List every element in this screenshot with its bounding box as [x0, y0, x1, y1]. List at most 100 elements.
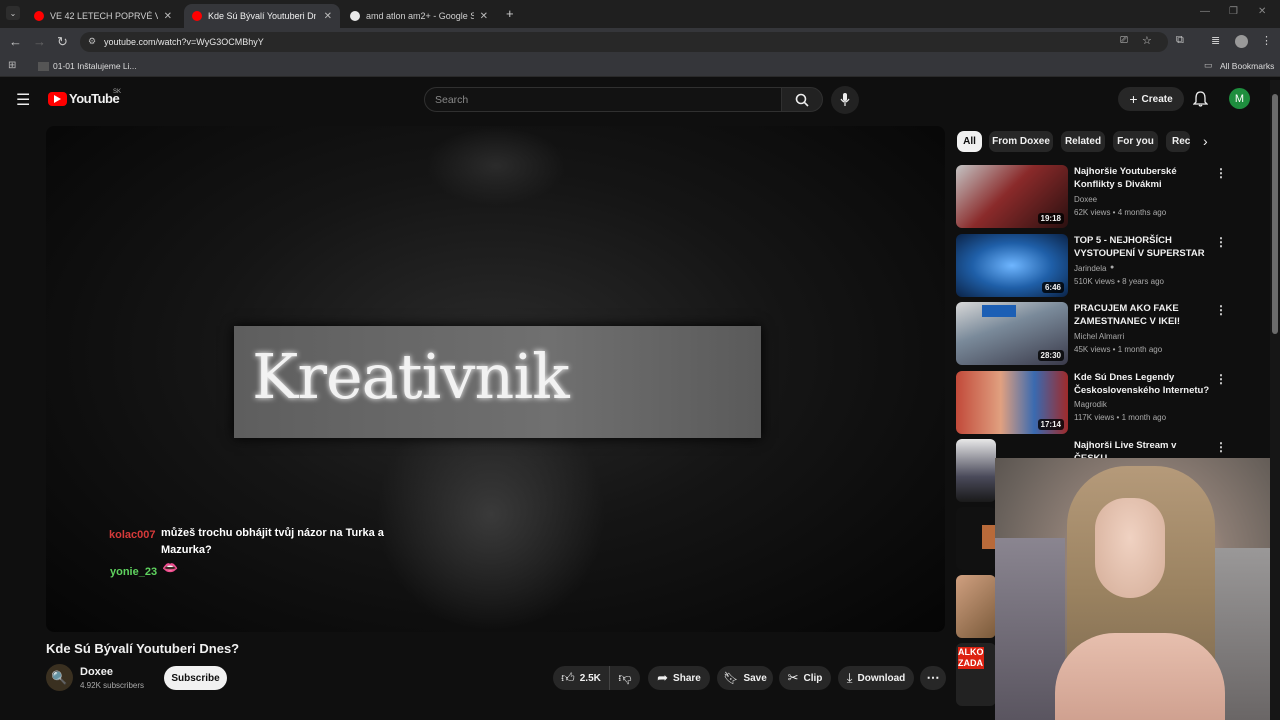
more-options-icon[interactable]: ⋮: [1215, 166, 1227, 180]
maximize-icon[interactable]: ❐: [1229, 6, 1238, 17]
more-options-icon[interactable]: ⋮: [1215, 303, 1227, 317]
recommendation-channel[interactable]: Doxee: [1074, 195, 1097, 204]
more-options-icon[interactable]: ⋮: [1215, 235, 1227, 249]
recommendation-title[interactable]: Najhoršie Youtuberské Konflikty s Divákm…: [1074, 165, 1212, 191]
bookmark-star-icon[interactable]: ☆: [1142, 34, 1152, 47]
extensions-icon[interactable]: ⧉: [1176, 34, 1184, 47]
video-player[interactable]: Kreativnik kolac007 můžeš trochu obhájit…: [46, 126, 945, 632]
voice-search-button[interactable]: [831, 86, 859, 114]
chat-overlay-message: kolac007: [109, 525, 155, 543]
save-button[interactable]: 🔖︎ Save: [717, 666, 773, 690]
minimize-icon[interactable]: —: [1200, 6, 1210, 17]
close-icon[interactable]: ✕: [164, 11, 172, 22]
more-actions-button[interactable]: ⋯: [920, 666, 946, 690]
recommendation-title[interactable]: TOP 5 - NEJHORŠÍCH VYSTOUPENÍ V SUPERSTA…: [1074, 234, 1212, 260]
video-thumbnail[interactable]: 28:30: [956, 302, 1068, 365]
like-button[interactable]: 👍︎ 2.5K: [553, 666, 609, 690]
media-icon[interactable]: ≣: [1211, 34, 1220, 47]
site-info-icon[interactable]: ⚙: [88, 36, 96, 47]
browser-tab-2[interactable]: Kde Sú Bývalí Youtuberi Dnes? ✕: [184, 4, 340, 28]
youtube-logo-text[interactable]: YouTube: [69, 91, 120, 106]
video-title: Kde Sú Bývalí Youtuberi Dnes?: [46, 641, 240, 656]
google-favicon-icon: [350, 11, 360, 21]
magnifier-logo-icon: 🔍: [51, 669, 68, 685]
profile-avatar-icon[interactable]: [1235, 35, 1248, 48]
browser-tab-3[interactable]: amd atlon am2+ - Google Sea ✕: [342, 4, 496, 28]
more-options-icon[interactable]: ⋮: [1215, 372, 1227, 386]
bookmark-favicon-icon: [38, 62, 49, 71]
clip-button[interactable]: ✂ Clip: [779, 666, 831, 690]
clip-label: Clip: [803, 672, 823, 684]
search-input[interactable]: Search: [424, 87, 782, 112]
scrollbar-thumb[interactable]: [1272, 94, 1278, 334]
recommendation-channel[interactable]: Jarindela: [1074, 264, 1106, 273]
back-icon[interactable]: ←: [9, 34, 22, 49]
bookmark-item[interactable]: 01-01 Inštalujeme Li...: [53, 61, 137, 71]
more-dots-icon: ⋯: [926, 670, 940, 685]
recommendation-title[interactable]: PRACUJEM AKO FAKE ZAMESTNANEC V IKEI!: [1074, 302, 1212, 328]
region-code: SK: [113, 89, 122, 95]
download-icon: ⤓: [846, 670, 853, 685]
chip-from-doxee[interactable]: From Doxee: [989, 131, 1053, 152]
window-close-icon[interactable]: ✕: [1258, 6, 1266, 17]
tab-title: VE 42 LETECH POPRVÉ V KUCH: [50, 11, 158, 21]
browser-tab-bar: ⌄ VE 42 LETECH POPRVÉ V KUCH ✕ Kde Sú Bý…: [0, 0, 1280, 28]
channel-name[interactable]: Doxee: [80, 666, 113, 678]
share-button[interactable]: ➦ Share: [648, 666, 710, 690]
notifications-bell-icon[interactable]: [1193, 91, 1208, 107]
chip-recent[interactable]: Rec: [1166, 131, 1190, 152]
all-bookmarks-link[interactable]: All Bookmarks: [1220, 61, 1274, 71]
chat-username: yonie_23: [110, 566, 158, 578]
ikea-sign-icon: [982, 305, 1016, 317]
video-thumbnail[interactable]: 17:14: [956, 371, 1068, 434]
recommendation-channel[interactable]: Michel Almarri: [1074, 332, 1124, 341]
forward-icon[interactable]: →: [33, 34, 46, 49]
chip-for-you[interactable]: For you: [1113, 131, 1158, 152]
chip-all[interactable]: All: [957, 131, 982, 152]
dislike-button[interactable]: 👎︎: [609, 666, 640, 690]
video-thumbnail[interactable]: [956, 575, 996, 638]
more-options-icon[interactable]: ⋮: [1215, 440, 1227, 454]
account-avatar[interactable]: M: [1229, 88, 1250, 109]
tab-search-icon[interactable]: ⌄: [6, 6, 20, 20]
video-thumbnail[interactable]: 6:46: [956, 234, 1068, 297]
share-arrow-icon: ➦: [657, 670, 669, 685]
search-button[interactable]: [781, 87, 823, 112]
install-app-icon[interactable]: ⎚: [1120, 35, 1128, 46]
video-thumbnail[interactable]: [956, 507, 996, 570]
webcam-overlay: [995, 458, 1280, 720]
youtube-logo-icon[interactable]: [48, 92, 67, 106]
like-count: 2.5K: [579, 672, 601, 684]
tab-title: Kde Sú Bývalí Youtuberi Dnes?: [208, 11, 316, 21]
duration-badge: 19:18: [1037, 213, 1064, 224]
video-thumbnail[interactable]: [956, 439, 996, 502]
download-button[interactable]: ⤓ Download: [838, 666, 914, 690]
browser-tab-1[interactable]: VE 42 LETECH POPRVÉ V KUCH ✕: [26, 4, 180, 28]
hamburger-menu-icon[interactable]: ☰: [16, 90, 30, 110]
video-thumbnail[interactable]: ALKO ZADA: [956, 643, 996, 706]
close-icon[interactable]: ✕: [324, 11, 332, 22]
apps-grid-icon[interactable]: ⊞: [8, 60, 16, 71]
chevron-right-icon[interactable]: ›: [1203, 133, 1208, 149]
download-label: Download: [857, 672, 906, 684]
subscribe-button[interactable]: Subscribe: [164, 666, 227, 690]
channel-avatar[interactable]: 🔍: [46, 664, 73, 691]
new-tab-icon[interactable]: +: [506, 6, 514, 21]
recommendation-channel[interactable]: Magrodik: [1074, 400, 1107, 409]
recommendation-title[interactable]: Kde Sú Dnes Legendy Československého Int…: [1074, 371, 1212, 397]
menu-dots-icon[interactable]: ⋮: [1261, 34, 1272, 47]
recommendation-meta: 117K views • 1 month ago: [1074, 413, 1167, 422]
search-placeholder: Search: [435, 94, 469, 106]
search-icon: [795, 93, 809, 107]
url-text[interactable]: youtube.com/watch?v=WyG3OCMBhyY: [104, 37, 264, 47]
reload-icon[interactable]: ↻: [57, 34, 68, 50]
close-icon[interactable]: ✕: [480, 11, 488, 22]
duration-badge: 28:30: [1037, 350, 1064, 361]
subscriber-count: 4.92K subscribers: [80, 681, 145, 690]
chip-related[interactable]: Related: [1061, 131, 1105, 152]
create-button[interactable]: + Create: [1118, 87, 1184, 111]
save-label: Save: [743, 672, 767, 684]
microphone-icon: [840, 93, 850, 106]
video-thumbnail[interactable]: 19:18: [956, 165, 1068, 228]
thumbs-up-icon: 👍︎: [561, 670, 575, 685]
